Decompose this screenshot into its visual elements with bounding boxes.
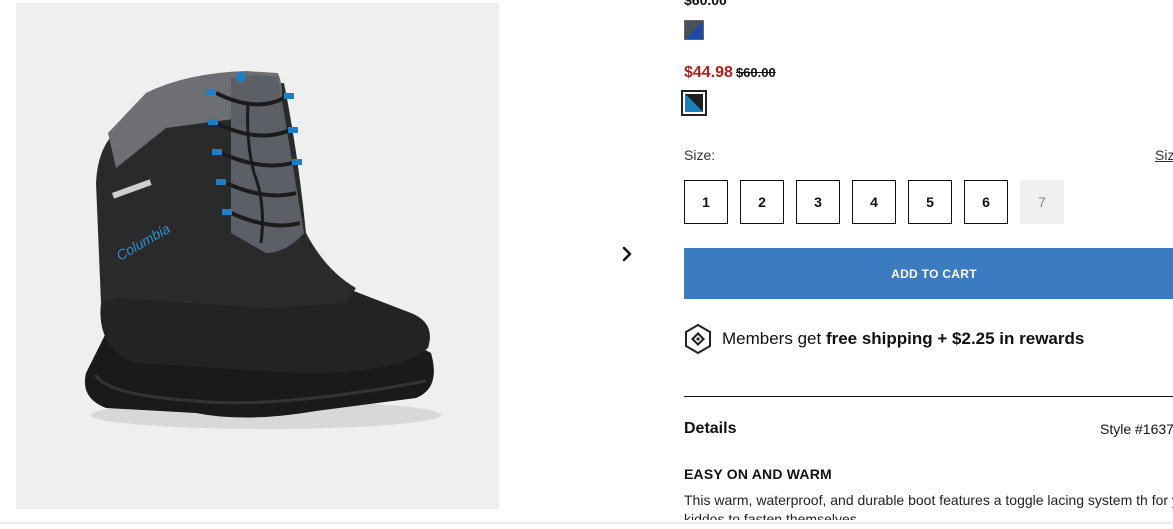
color-swatch-grey-blue[interactable] (684, 20, 704, 40)
swatch-fill (685, 94, 703, 112)
sale-price: $44.98 (684, 64, 733, 81)
size-options: 1 2 3 4 5 6 7 (684, 180, 1064, 224)
member-benefit-highlight: free shipping + $2.25 in rewards (825, 329, 1085, 348)
style-number: Style #1637 (1100, 421, 1173, 437)
product-info: $60.00 $44.98 $60.00 Size: Siz 1 2 3 4 5 … (681, 0, 1173, 527)
chevron-right-icon (622, 246, 632, 262)
size-option-2[interactable]: 2 (740, 180, 784, 224)
variant-price: $60.00 (684, 0, 727, 8)
size-label: Size: (684, 147, 716, 163)
color-swatch-black-blue-selected[interactable] (681, 90, 707, 116)
size-option-5[interactable]: 5 (908, 180, 952, 224)
price-row: $44.98 $60.00 (684, 64, 776, 82)
member-benefit-prefix: Members get (722, 329, 826, 348)
member-benefit: Members get free shipping + $2.25 in rew… (684, 324, 1084, 354)
size-option-6[interactable]: 6 (964, 180, 1008, 224)
product-boot-image: Columbia (84, 71, 441, 429)
size-option-3[interactable]: 3 (796, 180, 840, 224)
member-benefit-text: Members get free shipping + $2.25 in rew… (722, 329, 1084, 349)
size-option-7-unavailable[interactable]: 7 (1020, 180, 1064, 224)
product-image-panel: Columbia (16, 3, 499, 509)
member-badge-icon (685, 324, 711, 354)
bottom-edge-shadow (0, 520, 1173, 524)
feature-heading: EASY ON AND WARM (684, 466, 832, 482)
original-price: $60.00 (735, 65, 776, 80)
next-image-button[interactable] (617, 244, 637, 264)
details-heading[interactable]: Details (684, 420, 736, 438)
size-option-4[interactable]: 4 (852, 180, 896, 224)
add-to-cart-button[interactable]: ADD TO CART (684, 248, 1173, 299)
size-option-1[interactable]: 1 (684, 180, 728, 224)
size-guide-link[interactable]: Siz (1155, 147, 1173, 163)
section-divider (684, 396, 1173, 397)
